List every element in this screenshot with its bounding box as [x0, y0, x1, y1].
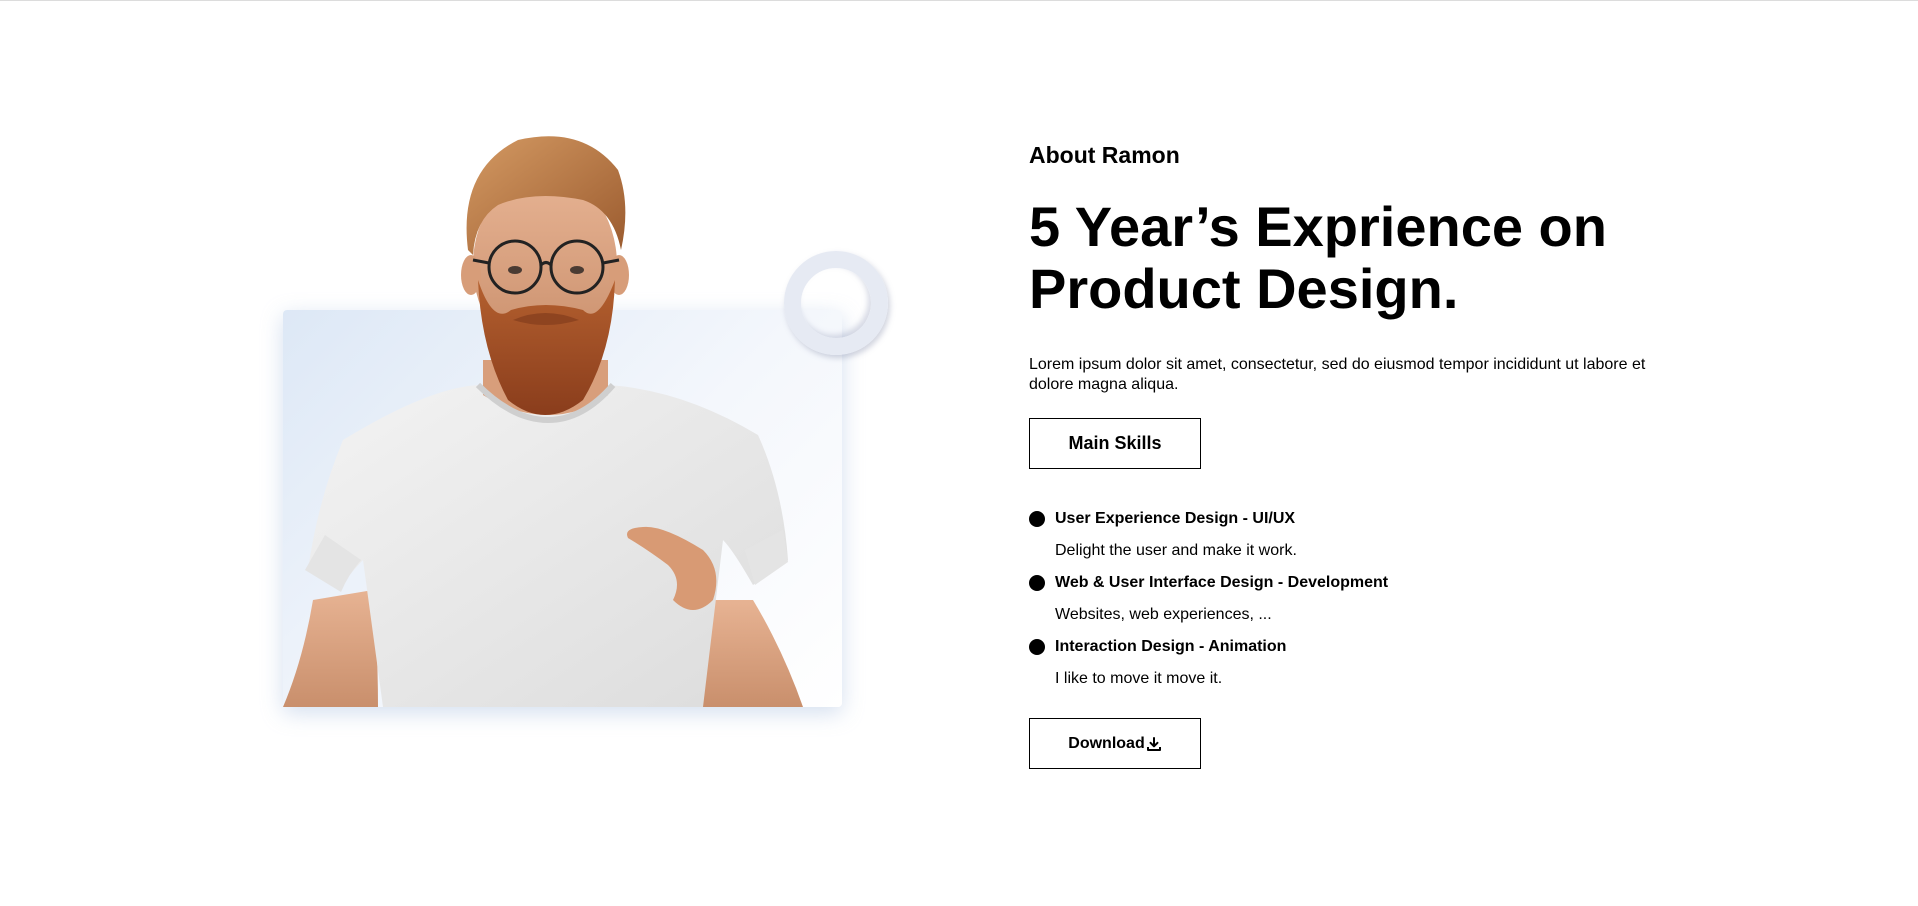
page-title: 5 Year’s Exprience on Product Design.	[1029, 195, 1607, 320]
skill-description: Delight the user and make it work.	[1055, 542, 1297, 559]
main-skills-label: Main Skills	[1068, 433, 1162, 453]
download-button[interactable]: Download	[1029, 718, 1201, 769]
top-divider	[0, 0, 1918, 1]
bullet-dot-icon	[1029, 511, 1045, 527]
bullet-dot-icon	[1029, 639, 1045, 655]
intro-text: Lorem ipsum dolor sit amet, consectetur,…	[1029, 356, 1646, 393]
bullet-dot-icon	[1029, 575, 1045, 591]
skill-description: Websites, web experiences, ...	[1055, 606, 1272, 623]
main-skills-button[interactable]: Main Skills	[1029, 418, 1201, 469]
section-kicker: About Ramon	[1029, 142, 1180, 168]
skill-title: Interaction Design - Animation	[1055, 638, 1287, 655]
portrait-image	[283, 136, 803, 707]
download-icon	[1146, 736, 1161, 751]
download-label: Download	[1068, 734, 1145, 752]
skill-description: I like to move it move it.	[1055, 670, 1223, 687]
skill-title: User Experience Design - UI/UX	[1055, 510, 1296, 527]
skill-title: Web & User Interface Design - Developmen…	[1055, 574, 1389, 591]
